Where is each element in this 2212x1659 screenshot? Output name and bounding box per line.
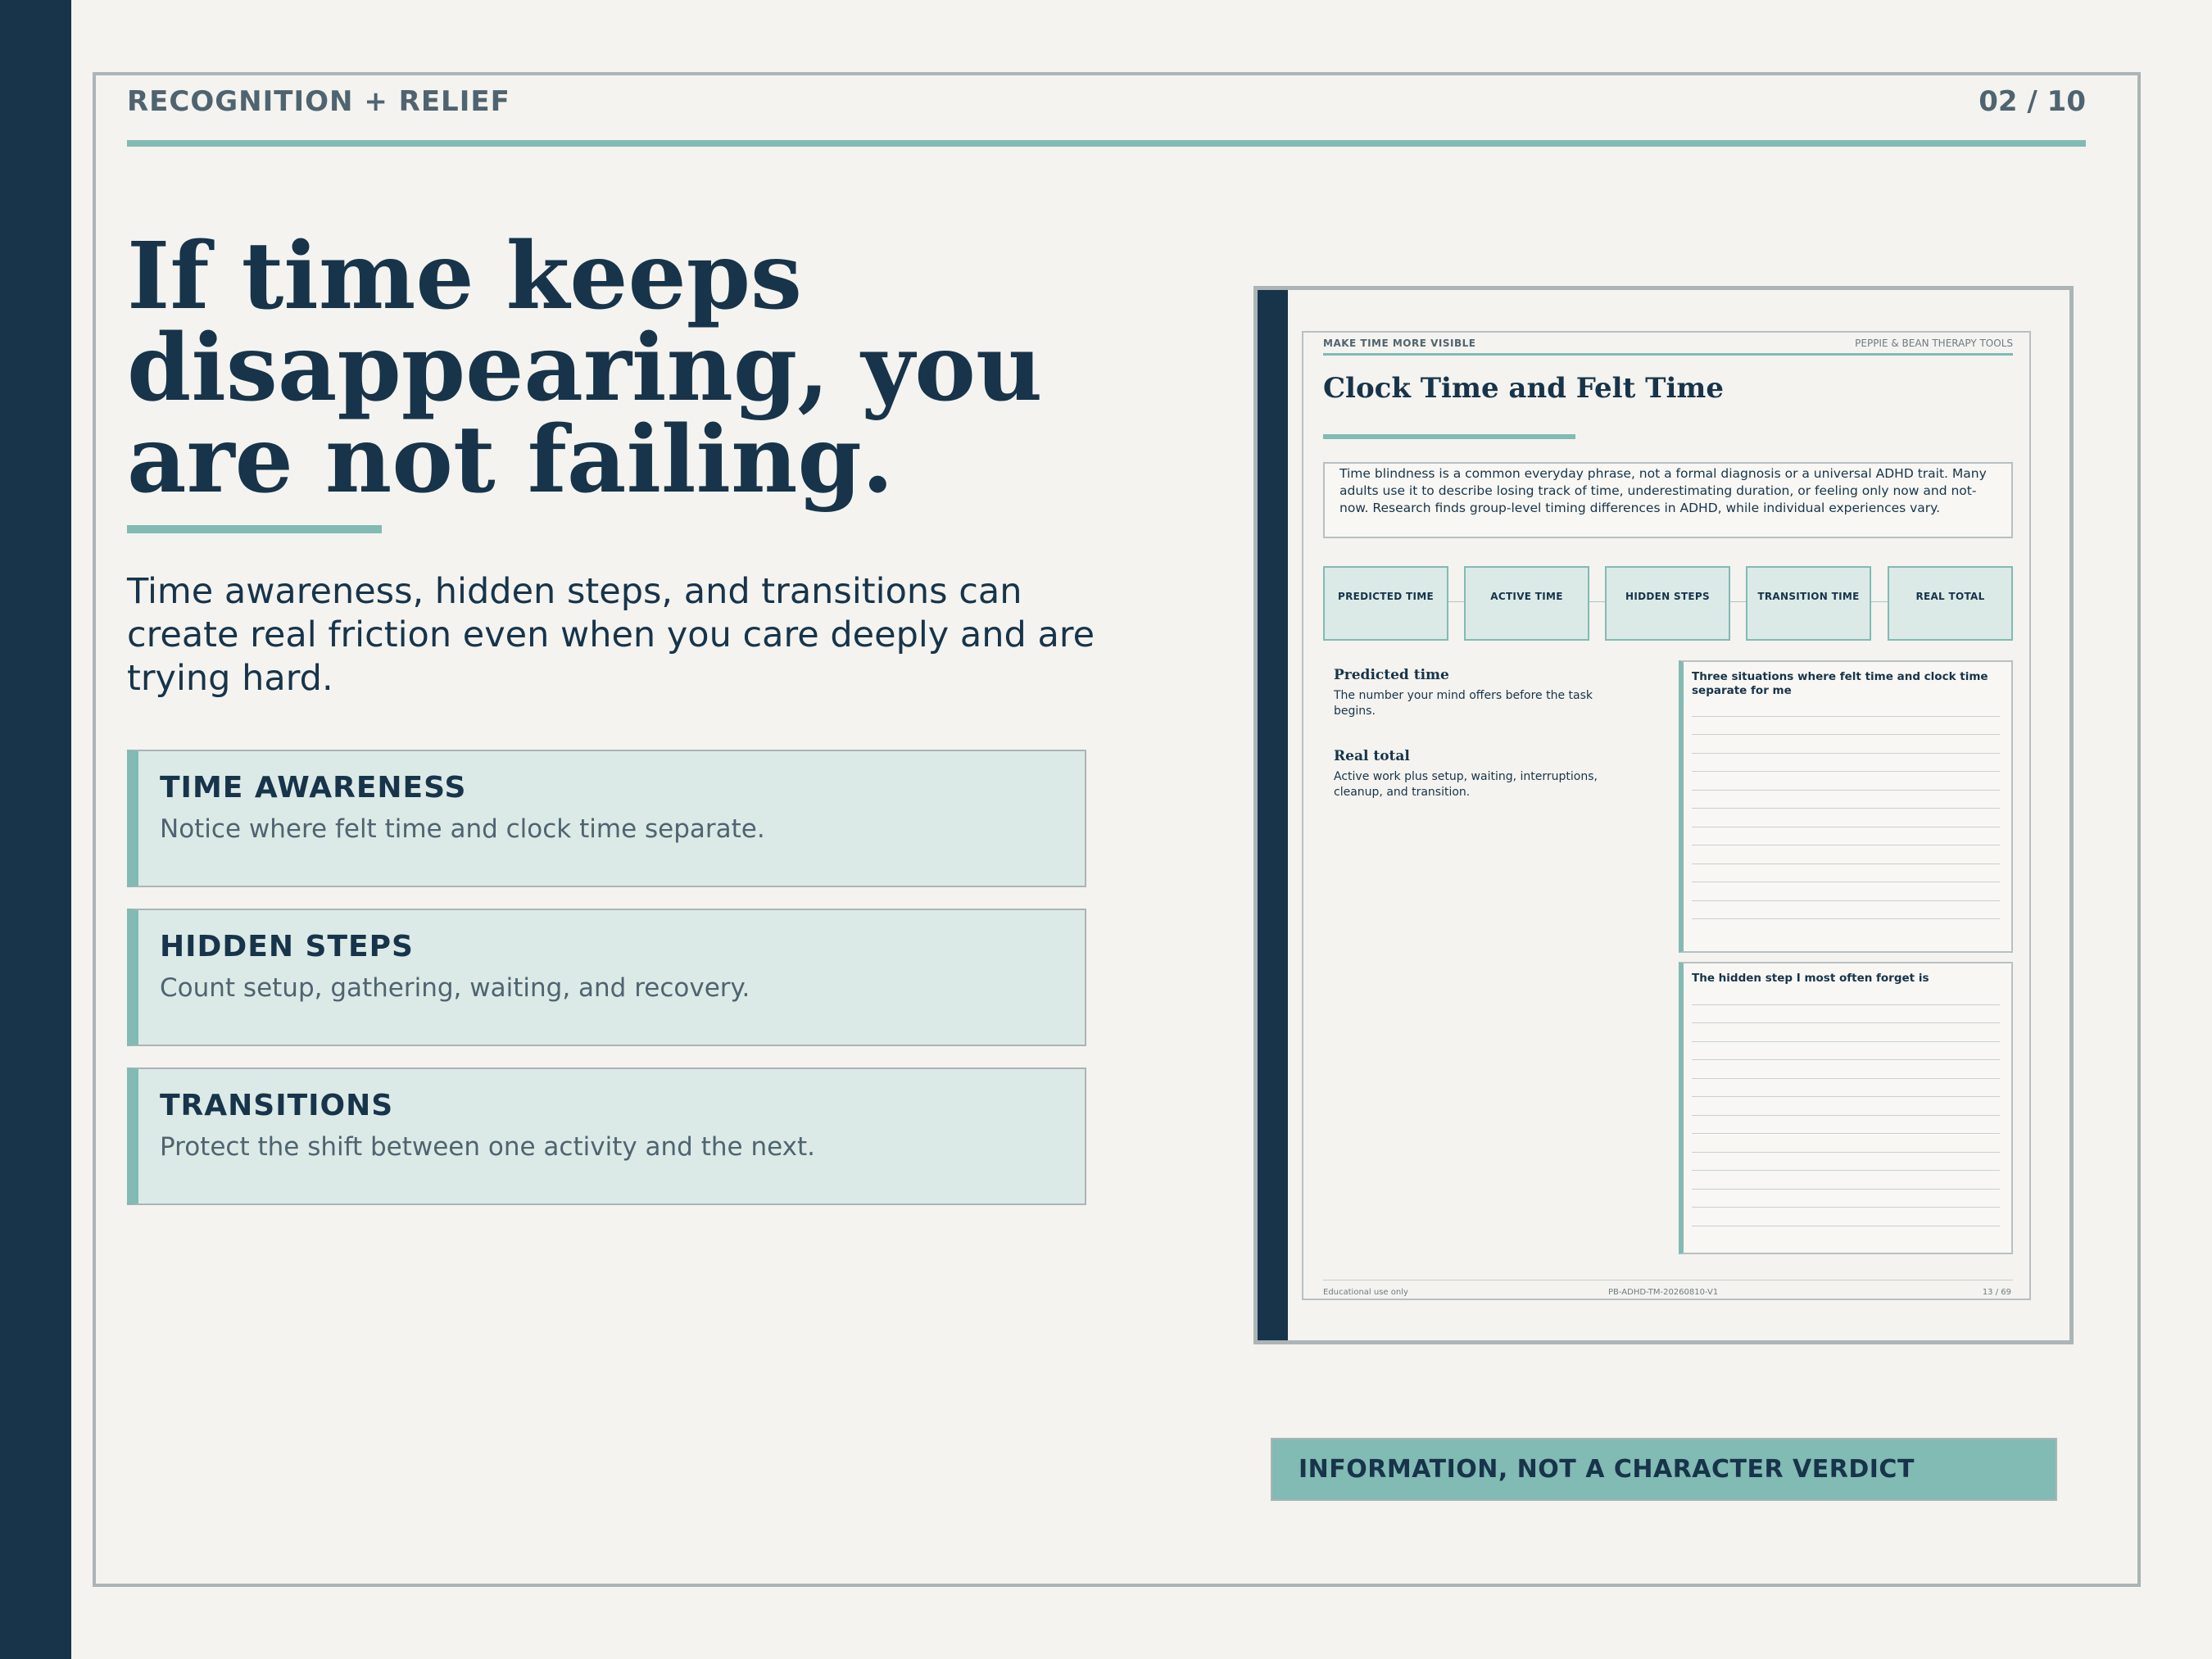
flow-step-predicted-time: PREDICTED TIME	[1323, 566, 1448, 641]
worksheet-preview: MAKE TIME MORE VISIBLE PEPPIE & BEAN THE…	[1253, 286, 2074, 1344]
writing-line	[1692, 1115, 2000, 1116]
flow-step-real-total: REAL TOTAL	[1888, 566, 2013, 641]
writing-line	[1692, 790, 2000, 791]
card-transitions: TRANSITIONS Protect the shift between on…	[127, 1067, 1086, 1205]
card-time-awareness: TIME AWARENESS Notice where felt time an…	[127, 750, 1086, 887]
worksheet-title-rule	[1323, 434, 1575, 439]
writing-line	[1692, 1207, 2000, 1208]
writing-line	[1692, 1096, 2000, 1097]
callout-banner: INFORMATION, NOT A CHARACTER VERDICT	[1271, 1438, 2057, 1501]
worksheet-footer-page: 13 / 69	[1982, 1288, 2011, 1297]
card-text: Notice where felt time and clock time se…	[160, 814, 765, 844]
definition-text: The number your mind offers before the t…	[1334, 689, 1593, 718]
card-text: Protect the shift between one activity a…	[160, 1132, 815, 1162]
writing-line	[1692, 1170, 2000, 1171]
writing-prompt-title: The hidden step I most often forget is	[1692, 972, 1929, 985]
worksheet-kicker: MAKE TIME MORE VISIBLE	[1323, 338, 1476, 349]
card-title: TIME AWARENESS	[160, 771, 467, 805]
writing-line	[1692, 753, 2000, 754]
writing-line	[1692, 1189, 2000, 1190]
card-title: HIDDEN STEPS	[160, 930, 414, 963]
writing-line	[1692, 863, 2000, 864]
writing-line	[1692, 1133, 2000, 1134]
writing-prompt-title: Three situations where felt time and clo…	[1692, 670, 1988, 697]
writing-line	[1692, 734, 2000, 735]
writing-line	[1692, 1022, 2000, 1023]
writing-line	[1692, 1152, 2000, 1153]
writing-line	[1692, 1041, 2000, 1042]
definition-title: Real total	[1334, 748, 1410, 764]
slide-subhead: Time awareness, hidden steps, and transi…	[127, 571, 1095, 699]
flow-step-hidden-steps: HIDDEN STEPS	[1605, 566, 1730, 641]
flow-step-active-time: ACTIVE TIME	[1464, 566, 1589, 641]
headline-underline	[127, 525, 382, 533]
card-hidden-steps: HIDDEN STEPS Count setup, gathering, wai…	[127, 909, 1086, 1046]
writing-line	[1692, 808, 2000, 809]
left-accent-bar	[0, 0, 71, 1659]
worksheet-footer-rule	[1323, 1280, 2013, 1281]
definition-text: Active work plus setup, waiting, interru…	[1334, 770, 1598, 799]
worksheet-intro: Time blindness is a common everyday phra…	[1323, 462, 2013, 538]
writing-line	[1692, 716, 2000, 717]
writing-line	[1692, 1059, 2000, 1060]
writing-prompt-box: The hidden step I most often forget is	[1679, 962, 2013, 1254]
worksheet-title: Clock Time and Felt Time	[1323, 372, 1724, 405]
header-divider	[127, 140, 2086, 147]
flow-step-transition-time: TRANSITION TIME	[1746, 566, 1871, 641]
worksheet-footer-code: PB-ADHD-TM-20260810-V1	[1608, 1288, 1719, 1297]
writing-line	[1692, 918, 2000, 919]
worksheet-footer-note: Educational use only	[1323, 1288, 1408, 1297]
writing-line	[1692, 1004, 2000, 1005]
writing-line	[1692, 771, 2000, 772]
writing-prompt-box: Three situations where felt time and clo…	[1679, 660, 2013, 953]
writing-line	[1692, 1078, 2000, 1079]
worksheet-brand: PEPPIE & BEAN THERAPY TOOLS	[1855, 338, 2013, 349]
worksheet-spine	[1258, 290, 1288, 1340]
card-text: Count setup, gathering, waiting, and rec…	[160, 973, 750, 1003]
page-counter: 02 / 10	[1979, 85, 2086, 118]
card-title: TRANSITIONS	[160, 1089, 394, 1122]
worksheet-header-rule	[1323, 353, 2013, 356]
slide-headline: If time keeps disappearing, you are not …	[127, 223, 1043, 514]
definition-title: Predicted time	[1334, 667, 1449, 683]
section-label: RECOGNITION + RELIEF	[127, 85, 510, 118]
worksheet-page: MAKE TIME MORE VISIBLE PEPPIE & BEAN THE…	[1302, 331, 2031, 1300]
writing-line	[1692, 900, 2000, 901]
